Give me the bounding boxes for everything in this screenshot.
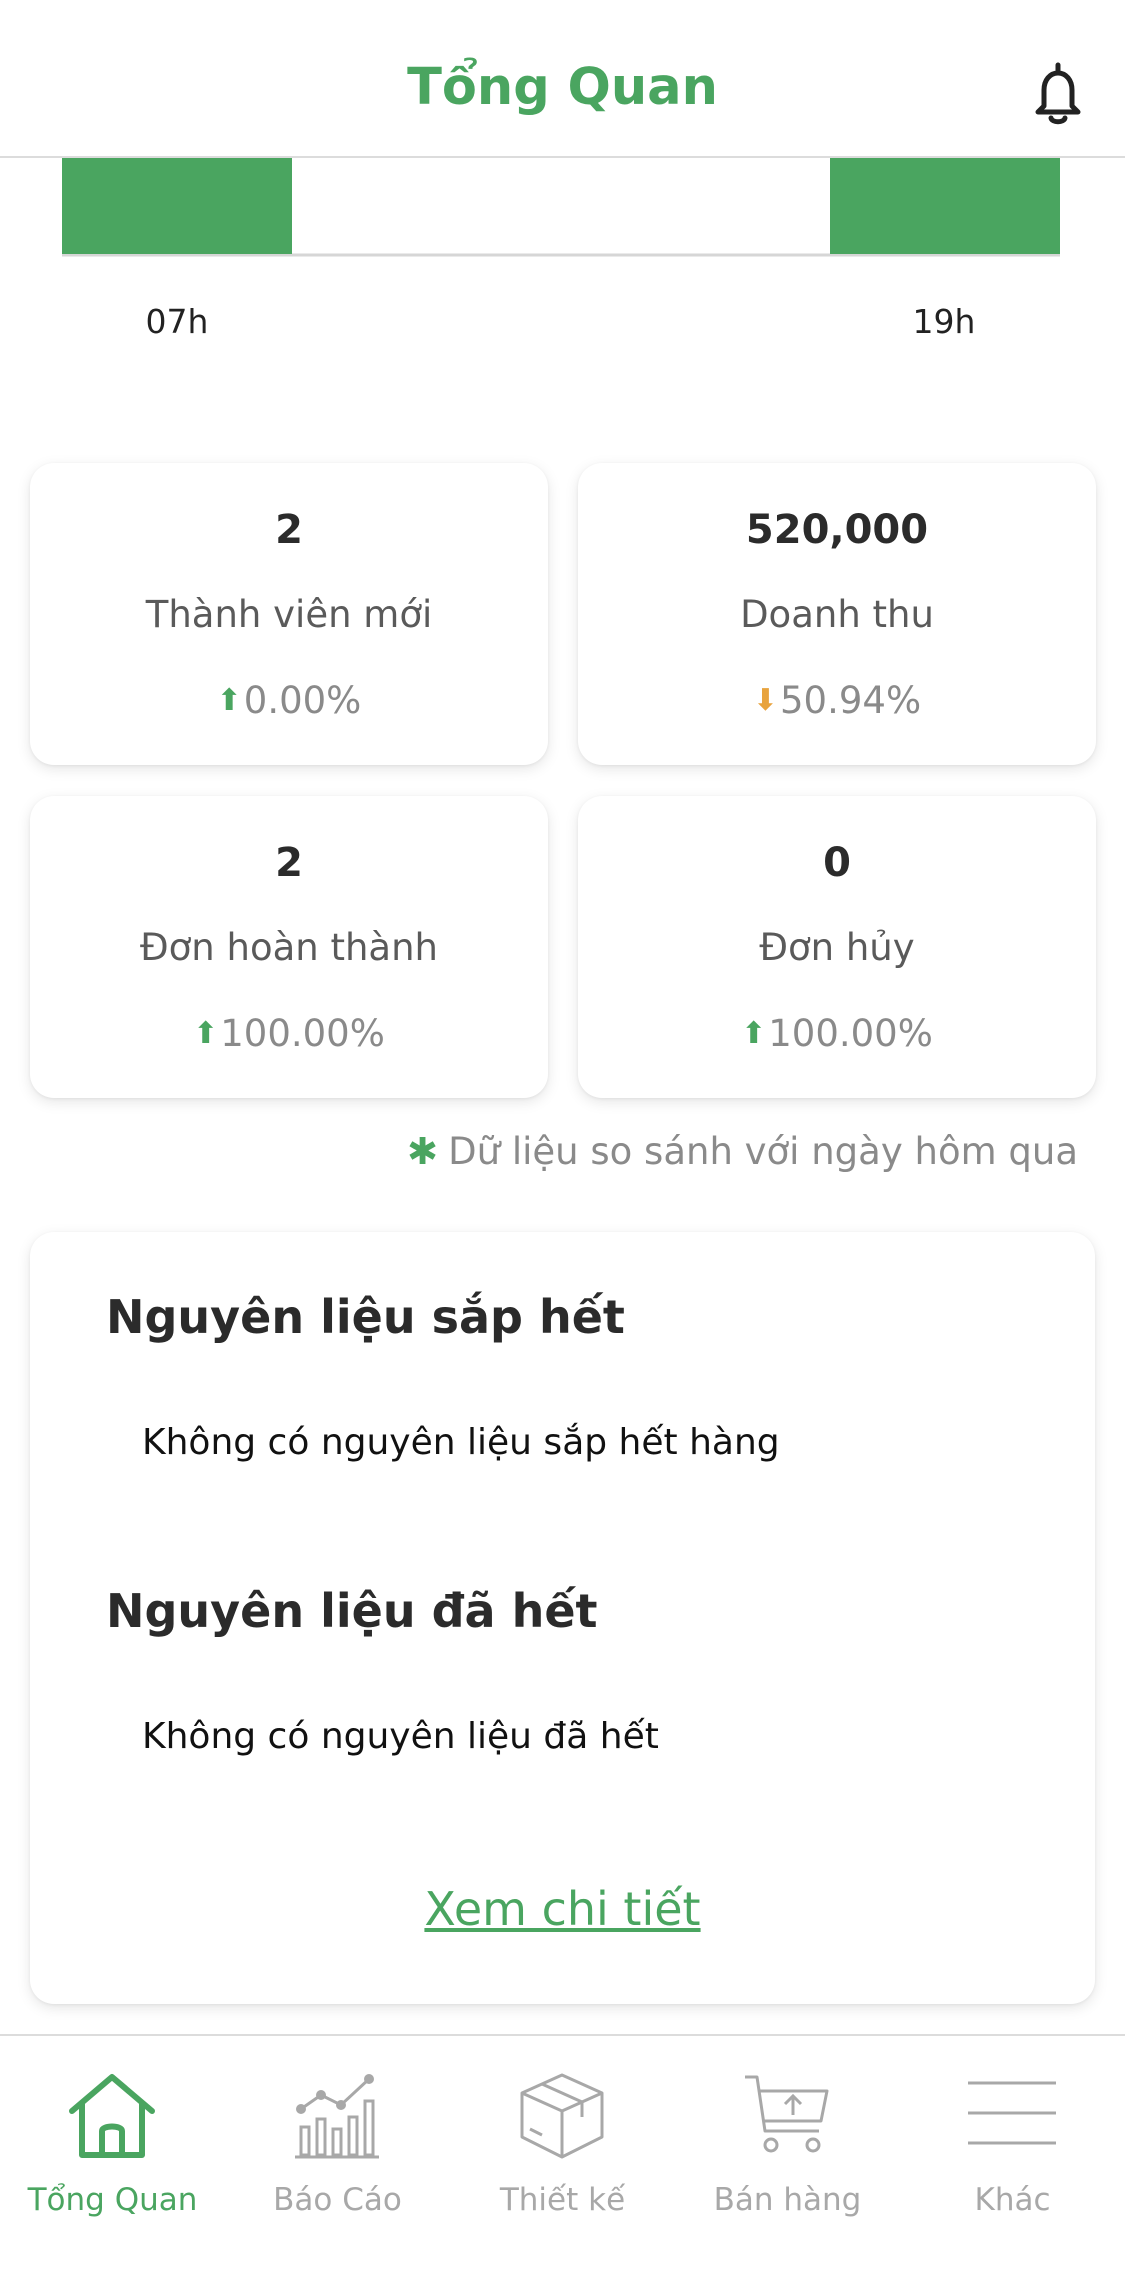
stat-label: Thành viên mới — [145, 593, 433, 636]
tab-label: Bán hàng — [713, 2182, 862, 2218]
chart-icon — [295, 2074, 379, 2159]
stat-value: 0 — [823, 840, 851, 886]
stat-card-revenue[interactable]: 520,000 Doanh thu ⬇50.94% — [578, 463, 1096, 765]
app-header: Tổng Quan — [0, 0, 1125, 158]
low-stock-title: Nguyên liệu sắp hết — [106, 1290, 625, 1344]
inventory-panel: Nguyên liệu sắp hết Không có nguyên liệu… — [30, 1232, 1095, 2004]
stat-value: 2 — [275, 840, 303, 886]
low-stock-text: Không có nguyên liệu sắp hết hàng — [142, 1422, 780, 1463]
comparison-note: ✱ Dữ liệu so sánh với ngày hôm qua — [407, 1130, 1078, 1173]
stat-label: Đơn hoàn thành — [139, 926, 439, 969]
chart-bar-07h[interactable] — [62, 158, 292, 254]
arrow-up-icon: ⬆ — [193, 1016, 219, 1051]
stat-card-new-members[interactable]: 2 Thành viên mới ⬆0.00% — [30, 463, 548, 765]
menu-icon — [968, 2081, 1056, 2145]
stat-change-value: 100.00% — [768, 1012, 933, 1055]
bell-icon[interactable] — [1030, 62, 1086, 128]
tab-label: Khác — [974, 2182, 1051, 2218]
stat-change: ⬆100.00% — [30, 1012, 548, 1055]
tab-label: Tổng Quan — [27, 2182, 198, 2218]
stat-label: Doanh thu — [740, 593, 934, 636]
tab-reports[interactable]: Báo Cáo — [225, 2036, 450, 2284]
bottom-tab-bar: Tổng Quan Báo Cáo Thiết kế Bán hàng Khác — [0, 2034, 1125, 2282]
arrow-up-icon: ⬆ — [216, 683, 242, 718]
page-title: Tổng Quan — [407, 58, 718, 117]
stat-change-value: 0.00% — [243, 679, 362, 722]
out-of-stock-title: Nguyên liệu đã hết — [106, 1584, 598, 1638]
tab-label: Thiết kế — [499, 2182, 626, 2218]
stat-change: ⬆100.00% — [578, 1012, 1096, 1055]
box-icon — [520, 2073, 604, 2159]
stat-card-completed-orders[interactable]: 2 Đơn hoàn thành ⬆100.00% — [30, 796, 548, 1098]
tab-sales[interactable]: Bán hàng — [675, 2036, 900, 2284]
view-details-link[interactable]: Xem chi tiết — [30, 1882, 1095, 1936]
tab-design[interactable]: Thiết kế — [450, 2036, 675, 2284]
out-of-stock-text: Không có nguyên liệu đã hết — [142, 1716, 659, 1757]
tab-more[interactable]: Khác — [900, 2036, 1125, 2284]
stat-label: Đơn hủy — [759, 926, 915, 969]
x-tick-label: 07h — [145, 302, 209, 341]
home-icon — [69, 2074, 155, 2158]
stat-value: 2 — [275, 507, 303, 553]
stat-change-value: 100.00% — [220, 1012, 385, 1055]
stat-change-value: 50.94% — [780, 679, 922, 722]
arrow-up-icon: ⬆ — [741, 1016, 767, 1051]
tab-label: Báo Cáo — [273, 2182, 402, 2218]
stat-value: 520,000 — [745, 507, 929, 553]
cart-icon — [745, 2075, 829, 2153]
tab-overview[interactable]: Tổng Quan — [0, 2036, 225, 2284]
arrow-down-icon: ⬇ — [752, 683, 779, 718]
stat-change: ⬇50.94% — [578, 679, 1096, 722]
chart-bar-19h[interactable] — [830, 158, 1060, 254]
asterisk-icon: ✱ — [407, 1130, 439, 1173]
stat-card-cancelled-orders[interactable]: 0 Đơn hủy ⬆100.00% — [578, 796, 1096, 1098]
x-tick-label: 19h — [912, 302, 976, 341]
stat-change: ⬆0.00% — [30, 679, 548, 722]
comparison-note-text: Dữ liệu so sánh với ngày hôm qua — [448, 1130, 1078, 1173]
